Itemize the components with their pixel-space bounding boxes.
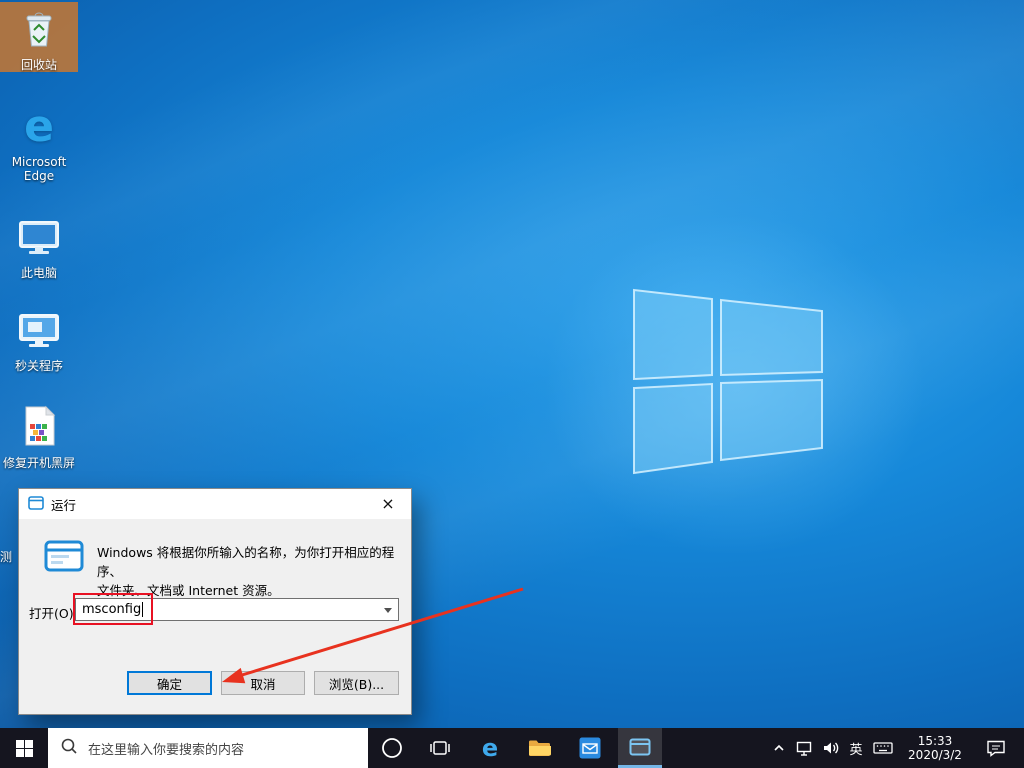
edge-taskbar-button[interactable]: e	[468, 728, 512, 768]
task-view-button[interactable]	[418, 728, 462, 768]
ok-button[interactable]: 确定	[127, 671, 212, 695]
open-input-value: msconfig	[82, 602, 142, 617]
chevron-down-icon[interactable]	[384, 608, 392, 613]
desktop-icon-label: 此电脑	[20, 266, 57, 280]
mail-icon	[579, 737, 601, 759]
windows-logo-glow	[545, 215, 925, 555]
cortana-button[interactable]	[370, 728, 414, 768]
microsoft-edge-icon: e	[481, 734, 499, 762]
file-explorer-icon	[529, 740, 551, 756]
clock-time: 15:33	[917, 734, 953, 748]
desktop-icon-recycle-bin[interactable]: 回收站	[0, 2, 78, 72]
taskbar-clock[interactable]: 15:33 2020/3/2	[898, 728, 972, 768]
clock-date: 2020/3/2	[908, 748, 962, 762]
open-field-label: 打开(O):	[29, 606, 78, 621]
desktop-icon-label: 回收站	[20, 58, 57, 72]
taskbar-search-input[interactable]: 在这里输入你要搜索的内容	[48, 728, 368, 768]
keyboard-icon	[873, 742, 893, 754]
cortana-icon	[382, 738, 402, 758]
desktop-icon-microsoft-edge[interactable]: e Microsoft Edge	[0, 98, 78, 184]
screen: 回收站 e Microsoft Edge 此电脑 秒关程序 修复开机黑屏 测 运…	[0, 0, 1024, 768]
cancel-button[interactable]: 取消	[221, 671, 305, 695]
search-icon	[60, 737, 78, 759]
run-dialog-title: 运行	[51, 497, 77, 513]
task-view-icon	[430, 741, 450, 755]
chevron-up-icon	[774, 744, 784, 751]
light-beam	[0, 0, 1024, 366]
network-tray-button[interactable]	[792, 728, 818, 768]
desktop-icon-label: 修复开机黑屏	[2, 456, 75, 470]
run-app-icon	[629, 738, 651, 755]
close-icon[interactable]: ×	[365, 489, 411, 518]
microsoft-edge-icon: e	[24, 101, 54, 152]
desktop-icon-label: Microsoft Edge	[11, 155, 67, 183]
mail-button[interactable]	[568, 728, 612, 768]
search-placeholder: 在这里输入你要搜索的内容	[88, 742, 245, 758]
quick-close-program-icon	[16, 309, 62, 354]
action-center-button[interactable]	[976, 728, 1016, 768]
this-pc-icon	[16, 216, 62, 261]
recycle-bin-icon	[17, 8, 61, 53]
desktop-icon-label: 秒关程序	[14, 359, 63, 373]
windows-start-icon	[15, 739, 33, 757]
language-label: 英	[849, 742, 863, 758]
run-dialog-app-icon	[43, 539, 85, 576]
run-dialog-titlebar-icon	[28, 495, 44, 513]
description-line-1: Windows 将根据你所输入的名称，为你打开相应的程序、	[97, 545, 395, 579]
file-explorer-button[interactable]	[518, 728, 562, 768]
run-dialog: 运行 × Windows 将根据你所输入的名称，为你打开相应的程序、 文件夹、文…	[18, 488, 412, 715]
action-center-icon	[987, 740, 1005, 757]
desktop-icon-quick-close-program[interactable]: 秒关程序	[0, 303, 78, 373]
text-cursor	[142, 602, 144, 617]
desktop-icon-label: 测	[0, 550, 13, 564]
browse-button[interactable]: 浏览(B)...	[314, 671, 399, 695]
open-input[interactable]: msconfig	[75, 598, 399, 621]
run-dialog-titlebar[interactable]: 运行 ×	[19, 489, 411, 519]
taskbar: 在这里输入你要搜索的内容 e 英 15:33 2020/3/2	[0, 728, 1024, 768]
speaker-icon	[824, 742, 839, 754]
run-dialog-description: Windows 将根据你所输入的名称，为你打开相应的程序、 文件夹、文档或 In…	[97, 543, 411, 600]
language-indicator[interactable]: 英	[844, 728, 868, 768]
tray-show-hidden-icons-button[interactable]	[766, 728, 792, 768]
desktop-icon-this-pc[interactable]: 此电脑	[0, 210, 78, 280]
desktop-icon-fix-boot-black-screen[interactable]: 修复开机黑屏	[0, 398, 78, 470]
fix-boot-black-screen-icon	[16, 404, 62, 451]
start-button[interactable]	[0, 728, 48, 768]
volume-tray-button[interactable]	[818, 728, 844, 768]
touch-keyboard-button[interactable]	[868, 728, 898, 768]
desktop-icon-partially-hidden[interactable]: 测	[0, 548, 17, 572]
run-dialog-body: Windows 将根据你所输入的名称，为你打开相应的程序、 文件夹、文档或 In…	[19, 519, 411, 715]
run-app-taskbar-button[interactable]	[618, 728, 662, 768]
network-ethernet-icon	[796, 741, 812, 756]
